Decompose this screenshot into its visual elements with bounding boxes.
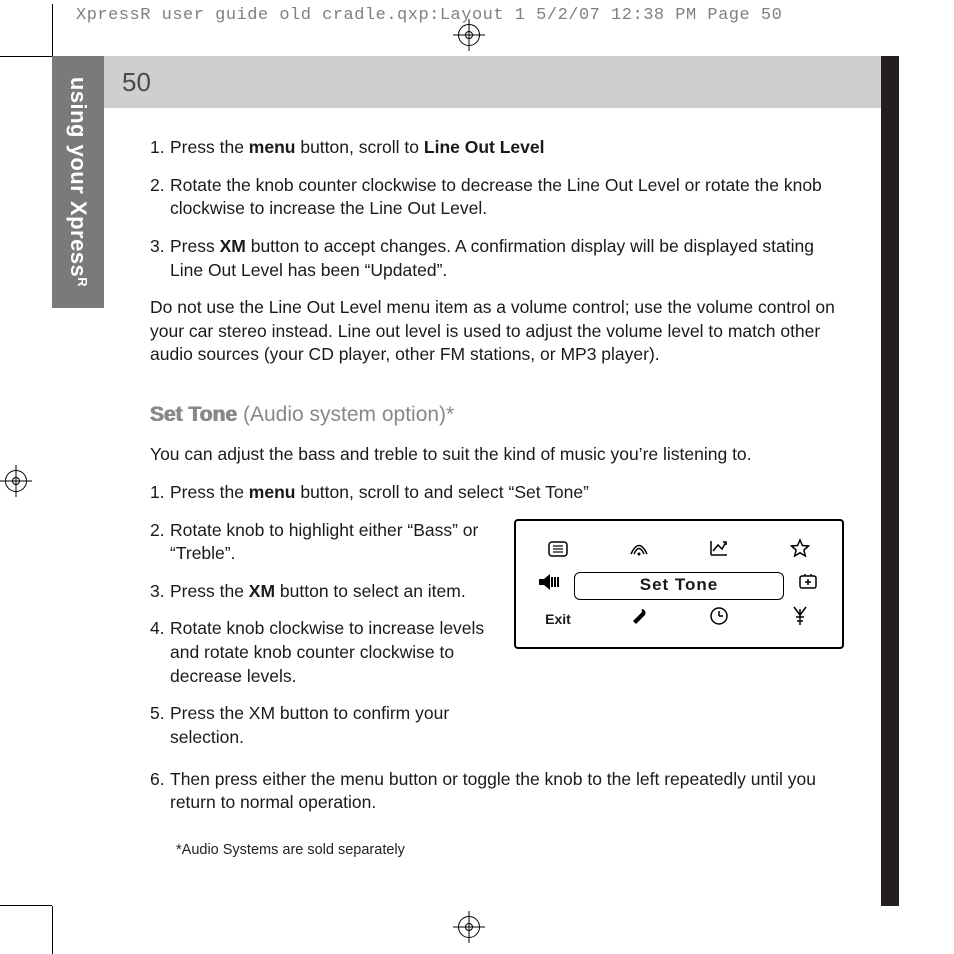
step-text: Press XM button to accept changes. A con… — [170, 235, 844, 282]
registration-mark — [458, 24, 480, 46]
step-text: Rotate the knob counter clockwise to dec… — [170, 174, 844, 221]
prepress-header: XpressR user guide old cradle.qxp:Layout… — [0, 0, 954, 25]
section-tab-sup: R — [75, 277, 90, 287]
intro-paragraph: You can adjust the bass and treble to su… — [150, 443, 844, 467]
step-number: 2. — [150, 519, 170, 566]
step-number: 1. — [150, 481, 170, 505]
page: using your XpressR 50 1. Press the menu … — [52, 56, 899, 906]
step-number: 1. — [150, 136, 170, 160]
bleed-bar — [881, 56, 899, 906]
crop-mark — [0, 56, 52, 57]
step-number: 2. — [150, 174, 170, 221]
section-tab: using your XpressR — [52, 56, 104, 308]
add-preset-icon — [790, 573, 826, 597]
signal-icon — [613, 539, 665, 563]
step-text: Press the XM button to select an item. — [170, 580, 490, 604]
footnote: *Audio Systems are sold separately — [176, 841, 844, 861]
step-text: Press the XM button to confirm your sele… — [170, 702, 490, 749]
section-tab-text: using your Xpress — [66, 77, 91, 277]
step-text: Press the menu button, scroll to Line Ou… — [170, 136, 844, 160]
left-column: 2. Rotate knob to highlight either “Bass… — [150, 519, 490, 764]
speaker-icon — [532, 571, 568, 599]
step-item: 2. Rotate the knob counter clockwise to … — [150, 174, 844, 221]
crop-mark — [0, 905, 52, 906]
step-text: Rotate knob to highlight either “Bass” o… — [170, 519, 490, 566]
section-heading-lead: Set Tone — [150, 403, 237, 426]
screen-row: Set Tone — [532, 569, 826, 603]
step-item: 3. Press the XM button to select an item… — [150, 580, 490, 604]
screen-row — [532, 535, 826, 569]
step-item: 2. Rotate knob to highlight either “Bass… — [150, 519, 490, 566]
step-text: Press the menu button, scroll to and sel… — [170, 481, 844, 505]
channel-list-icon — [532, 539, 584, 563]
set-tone-selection: Set Tone — [574, 572, 784, 600]
registration-mark — [458, 916, 480, 938]
chart-icon — [693, 539, 745, 563]
two-column-area: 2. Rotate knob to highlight either “Bass… — [150, 519, 844, 764]
step-item: 4. Rotate knob clockwise to increase lev… — [150, 617, 490, 688]
step-item: 6. Then press either the menu button or … — [150, 768, 844, 815]
section-heading-rest: (Audio system option)* — [237, 403, 454, 426]
star-icon — [774, 538, 826, 564]
exit-label: Exit — [532, 610, 584, 629]
screen-row: Exit — [532, 603, 826, 637]
step-item: 1. Press the menu button, scroll to and … — [150, 481, 844, 505]
wrench-icon — [613, 606, 665, 632]
page-number-bar: 50 — [104, 56, 881, 108]
crop-mark — [52, 906, 53, 954]
step-number: 3. — [150, 235, 170, 282]
note-paragraph: Do not use the Line Out Level menu item … — [150, 296, 844, 367]
step-number: 6. — [150, 768, 170, 815]
step-number: 5. — [150, 702, 170, 749]
right-column: Set Tone Exit — [514, 519, 844, 649]
crop-mark — [52, 4, 53, 56]
step-text: Rotate knob clockwise to increase levels… — [170, 617, 490, 688]
clock-icon — [693, 606, 745, 632]
page-number: 50 — [122, 67, 151, 98]
step-number: 4. — [150, 617, 170, 688]
device-screen: Set Tone Exit — [514, 519, 844, 649]
content: 1. Press the menu button, scroll to Line… — [150, 136, 844, 860]
section-tab-label: using your XpressR — [65, 77, 91, 287]
antenna-icon — [774, 605, 826, 633]
section-heading: Set Tone (Audio system option)* — [150, 401, 844, 429]
step-item: 3. Press XM button to accept changes. A … — [150, 235, 844, 282]
step-item: 5. Press the XM button to confirm your s… — [150, 702, 490, 749]
step-text: Then press either the menu button or tog… — [170, 768, 844, 815]
registration-mark — [5, 470, 27, 492]
step-item: 1. Press the menu button, scroll to Line… — [150, 136, 844, 160]
step-number: 3. — [150, 580, 170, 604]
